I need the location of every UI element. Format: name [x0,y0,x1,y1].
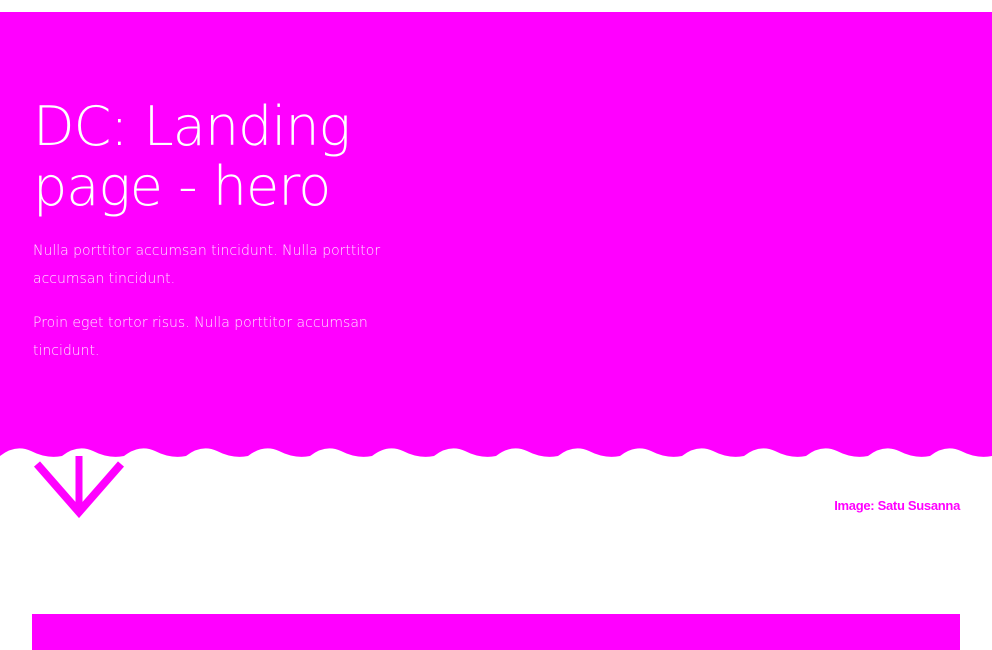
hero-title: DC: Landing page - hero [33,95,351,218]
hero-paragraph-1: Nulla porttitor accumsan tincidunt. Null… [33,243,381,287]
image-credit: Image: Satu Susanna [834,498,960,513]
wave-divider [0,446,992,457]
hero-paragraph-2: Proin eget tortor risus. Nulla porttitor… [33,315,368,359]
content-band [32,614,960,650]
arrow-down-icon[interactable] [33,456,125,518]
hero-section: DC: Landing page - hero Nulla porttitor … [0,12,992,448]
